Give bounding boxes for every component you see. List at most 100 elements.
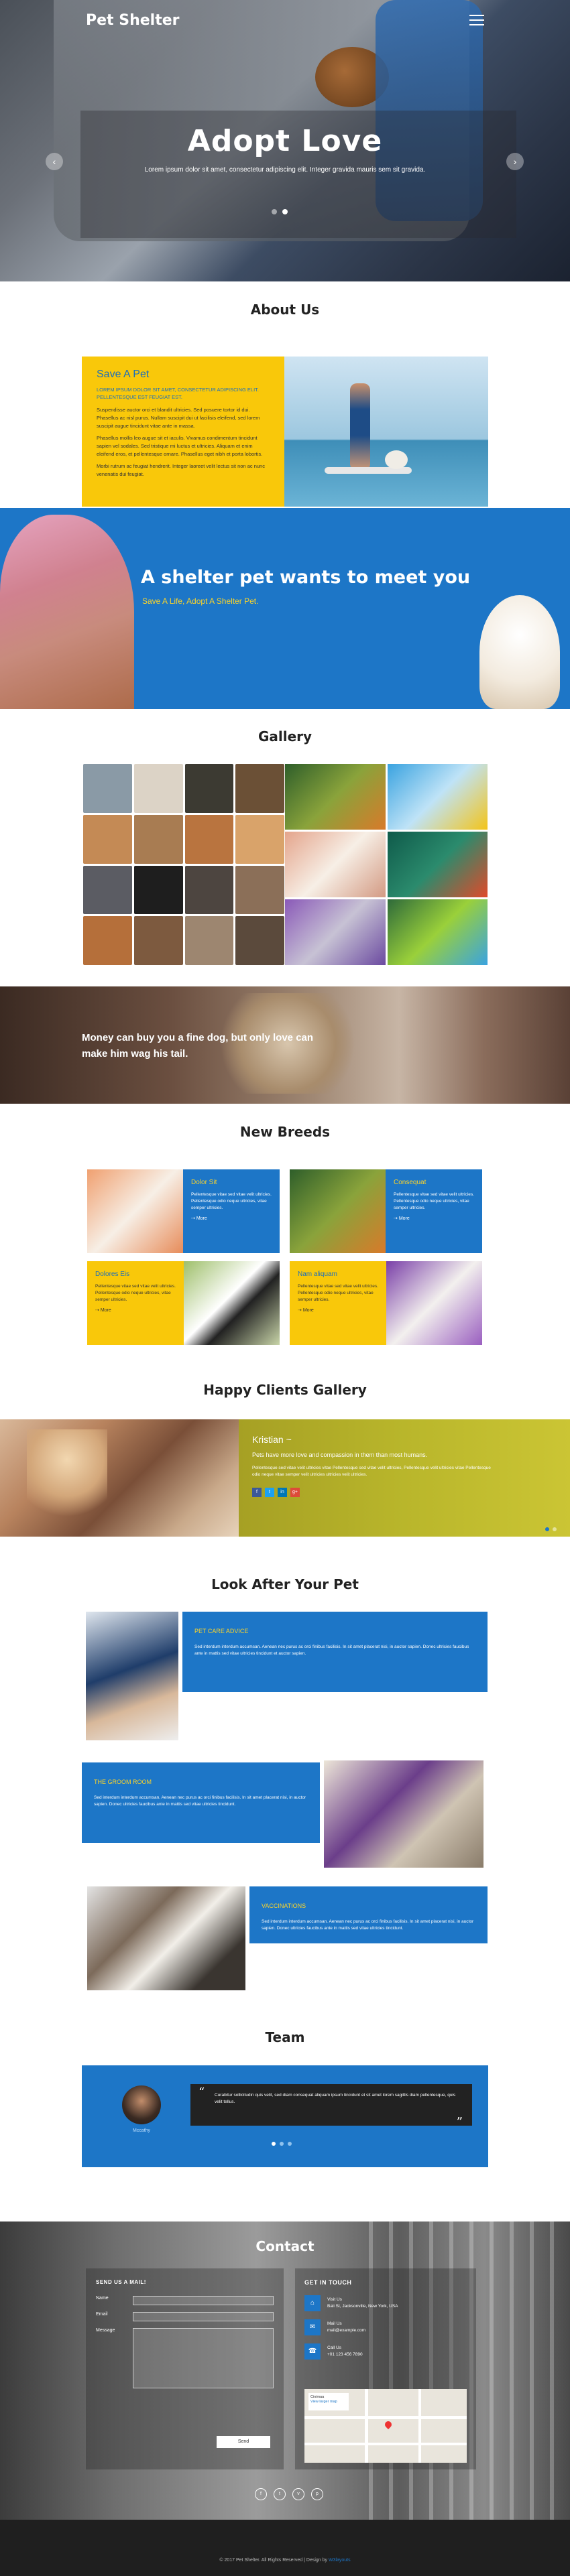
pinterest-icon[interactable]: p: [311, 2488, 323, 2500]
gallery-thumb[interactable]: [83, 916, 132, 965]
gallery-thumb[interactable]: [235, 764, 284, 813]
mail-label: Mail Us: [327, 2321, 342, 2326]
clients-slider-dots: [545, 1527, 557, 1531]
gallery-thumb[interactable]: [387, 899, 488, 965]
hero-subtitle: Lorem ipsum dolor sit amet, consectetur …: [144, 166, 426, 174]
map-card: Cinimaa View larger map: [308, 2393, 349, 2410]
about-box: Save A Pet Lorem ipsum dolor sit amet, c…: [82, 336, 488, 507]
gallery-thumb[interactable]: [83, 814, 132, 864]
map-embed[interactable]: Cinimaa View larger map: [304, 2389, 467, 2463]
quote-text: Money can buy you a fine dog, but only l…: [82, 1032, 314, 1059]
gallery-thumb[interactable]: [285, 899, 386, 965]
twitter-icon[interactable]: t: [274, 2488, 286, 2500]
breed-photo: [184, 1261, 280, 1345]
email-label: Email: [96, 2312, 108, 2317]
breed-text: Pellentesque vitae sed vitae velit ultri…: [191, 1192, 272, 1210]
twitter-icon[interactable]: t: [265, 1488, 274, 1497]
slider-dot-active[interactable]: [272, 2142, 276, 2146]
breed-more-link[interactable]: ⇢ More: [298, 1307, 378, 1313]
client-lead: Pets have more love and compassion in th…: [252, 1452, 428, 1458]
care-card: THE GROOM ROOM Sed interdum interdum acc…: [82, 1762, 320, 1843]
team-slider: Mccathy “ Curabitur sollicitudin quis ve…: [82, 2065, 488, 2167]
about-paragraph: Phasellus mollis leo augue sit et iaculi…: [97, 435, 263, 457]
breeds-title: New Breeds: [239, 1124, 331, 1140]
chevron-right-icon[interactable]: ›: [506, 153, 524, 170]
avatar: [122, 2085, 161, 2124]
care-text: Sed interdum interdum accumsan. Aenean n…: [194, 1645, 469, 1656]
gallery-thumb[interactable]: [235, 865, 284, 915]
gallery-thumb[interactable]: [235, 814, 284, 864]
name-field[interactable]: [133, 2296, 274, 2305]
email-field[interactable]: [133, 2312, 274, 2321]
slider-dot[interactable]: [553, 1527, 557, 1531]
gallery-thumb[interactable]: [235, 916, 284, 965]
about-image: [284, 357, 488, 507]
message-field[interactable]: [133, 2328, 274, 2388]
about-caps: Lorem ipsum dolor sit amet, consectetur …: [97, 387, 259, 400]
care-text: Sed interdum interdum accumsan. Aenean n…: [94, 1795, 306, 1807]
gallery-thumb[interactable]: [133, 814, 183, 864]
breed-card: Dolor Sit Pellentesque vitae sed vitae v…: [87, 1169, 280, 1253]
gallery-thumb[interactable]: [133, 865, 183, 915]
navbar: Pet Shelter: [0, 0, 570, 40]
contact-form: SEND US A MAIL! Name Email Message Send: [86, 2268, 284, 2469]
care-card: PET CARE ADVICE Sed interdum interdum ac…: [182, 1612, 488, 1692]
gallery-thumb[interactable]: [184, 764, 234, 813]
facebook-icon[interactable]: f: [255, 2488, 267, 2500]
slider-dot-active[interactable]: [282, 209, 288, 214]
breed-more-link[interactable]: ⇢ More: [95, 1307, 176, 1313]
vimeo-icon[interactable]: v: [292, 2488, 304, 2500]
mail-icon: ✉: [304, 2319, 321, 2335]
gallery-title: Gallery: [258, 728, 312, 745]
linkedin-icon[interactable]: in: [278, 1488, 287, 1497]
slider-dot-active[interactable]: [545, 1527, 549, 1531]
breed-more-link[interactable]: ⇢ More: [191, 1216, 272, 1221]
breed-photo: [87, 1169, 183, 1253]
google-plus-icon[interactable]: g+: [290, 1488, 300, 1497]
menu-toggle-icon[interactable]: [469, 15, 484, 25]
about-heading: Save A Pet: [97, 369, 150, 380]
breed-more-link[interactable]: ⇢ More: [394, 1216, 474, 1221]
gallery-thumb[interactable]: [285, 832, 386, 897]
look-title: Look After Your Pet: [211, 1576, 359, 1592]
designer-link[interactable]: W3layouts: [329, 2558, 351, 2563]
quote-banner: Money can buy you a fine dog, but only l…: [0, 986, 570, 1104]
gallery-thumb[interactable]: [133, 764, 183, 813]
mail-link[interactable]: mail@example.com: [327, 2327, 365, 2334]
breed-card: Dolores Eis Pellentesque vitae sed vitae…: [87, 1261, 280, 1345]
phone-text: +01 123 456 7890: [327, 2352, 363, 2357]
breed-text: Pellentesque vitae sed vitae velit ultri…: [394, 1192, 474, 1210]
breed-text: Pellentesque vitae sed vitae velit ultri…: [95, 1284, 176, 1302]
phone-label: Call Us: [327, 2345, 341, 2350]
page: Pet Shelter Adopt Love Lorem ipsum dolor…: [0, 0, 570, 2576]
gallery-thumb[interactable]: [387, 832, 488, 897]
gallery-thumb[interactable]: [133, 916, 183, 965]
care-photo: [86, 1612, 178, 1740]
about-title: About Us: [250, 302, 320, 318]
hero-slider: Pet Shelter Adopt Love Lorem ipsum dolor…: [0, 0, 570, 281]
team-slider-dots: [272, 2142, 292, 2146]
gallery-thumb[interactable]: [184, 814, 234, 864]
slider-dot[interactable]: [272, 209, 277, 214]
contact-section: Contact SEND US A MAIL! Name Email Messa…: [0, 2221, 570, 2520]
facebook-icon[interactable]: f: [252, 1488, 262, 1497]
send-button[interactable]: Send: [217, 2436, 270, 2448]
chevron-left-icon[interactable]: ‹: [46, 153, 63, 170]
gallery-thumb[interactable]: [184, 865, 234, 915]
client-text: Pellentesque sed vitae velit ultricies v…: [252, 1466, 491, 1477]
banner-title: A shelter pet wants to meet you: [141, 567, 471, 588]
breed-photo: [386, 1261, 482, 1345]
form-title: SEND US A MAIL!: [96, 2279, 146, 2285]
footer-social-icons: f t v p: [255, 2488, 323, 2500]
care-heading: VACCINATIONS: [262, 1903, 306, 1909]
brand-logo[interactable]: Pet Shelter: [86, 12, 179, 29]
team-member-name: Mccathy: [132, 2128, 151, 2133]
slider-dot[interactable]: [288, 2142, 292, 2146]
slider-dot[interactable]: [280, 2142, 284, 2146]
gallery-thumb[interactable]: [184, 916, 234, 965]
gallery-thumb[interactable]: [83, 764, 132, 813]
gallery-thumb[interactable]: [387, 764, 488, 830]
quote-close-icon: ”: [456, 2115, 463, 2129]
gallery-thumb[interactable]: [83, 865, 132, 915]
gallery-thumb[interactable]: [285, 764, 386, 830]
